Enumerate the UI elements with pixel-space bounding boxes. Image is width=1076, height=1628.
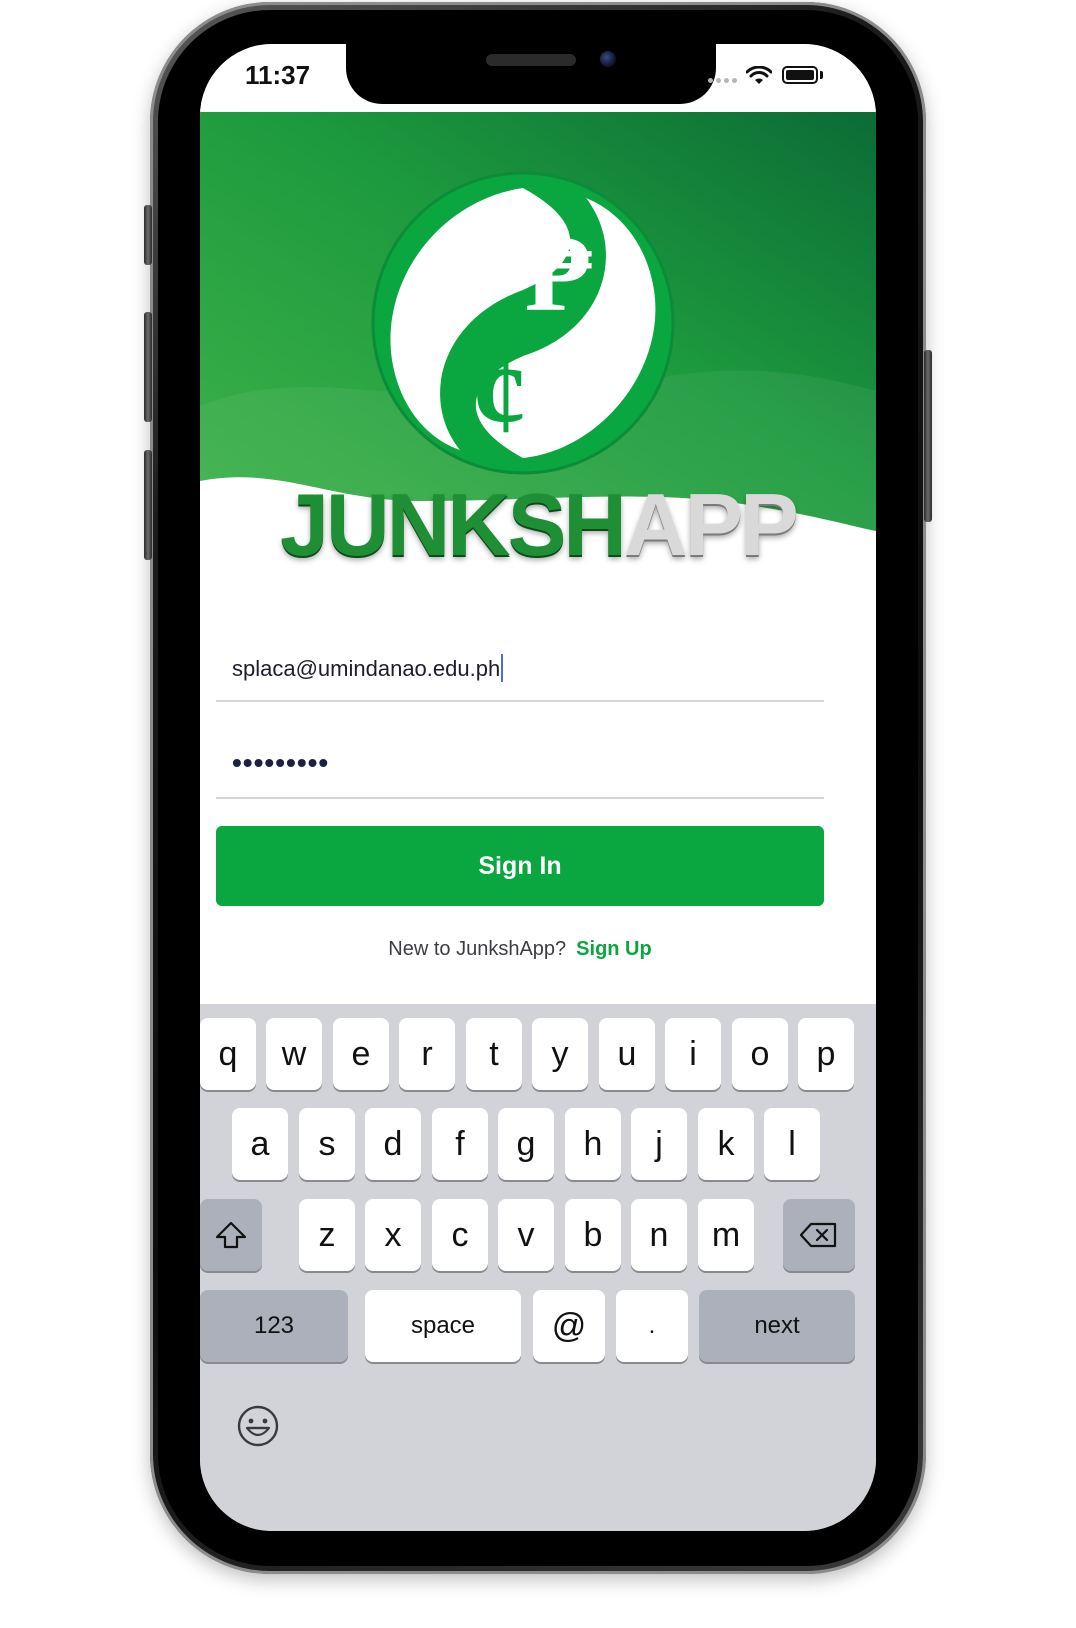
- cellular-signal-icon: [708, 78, 737, 83]
- key-g[interactable]: g: [498, 1108, 554, 1180]
- space-key[interactable]: space: [365, 1290, 521, 1362]
- key-j[interactable]: j: [631, 1108, 687, 1180]
- text-caret: [501, 654, 504, 682]
- brand-wordmark: JUNKSHAPP: [200, 481, 876, 569]
- password-field[interactable]: •••••••••: [216, 737, 824, 799]
- onscreen-keyboard: q w e r t y u i o p a s d f g h j k l z …: [200, 1004, 876, 1531]
- key-q[interactable]: q: [200, 1018, 256, 1090]
- front-camera: [600, 51, 616, 67]
- backspace-icon: [799, 1222, 837, 1248]
- volume-up-button: [144, 312, 152, 422]
- keyboard-row-1: q w e r t y u i o p: [200, 1018, 876, 1092]
- key-m[interactable]: m: [698, 1199, 754, 1271]
- key-c[interactable]: c: [432, 1199, 488, 1271]
- key-w[interactable]: w: [266, 1018, 322, 1090]
- key-l[interactable]: l: [764, 1108, 820, 1180]
- mute-switch: [144, 205, 152, 265]
- key-v[interactable]: v: [498, 1199, 554, 1271]
- email-value: splaca@umindanao.edu.ph: [232, 656, 501, 681]
- brand-wordmark-green: JUNKSH: [280, 475, 627, 574]
- volume-down-button: [144, 450, 152, 560]
- key-r[interactable]: r: [399, 1018, 455, 1090]
- keyboard-row-2: a s d f g h j k l: [200, 1108, 876, 1182]
- delete-key[interactable]: [783, 1199, 855, 1271]
- key-z[interactable]: z: [299, 1199, 355, 1271]
- header-banner: ₱ ¢ JUNKSHAPP: [200, 106, 876, 569]
- key-s[interactable]: s: [299, 1108, 355, 1180]
- key-u[interactable]: u: [599, 1018, 655, 1090]
- notch: [346, 44, 716, 104]
- signup-prompt-text: New to JunkshApp?: [388, 938, 567, 960]
- battery-tip: [820, 71, 823, 79]
- key-b[interactable]: b: [565, 1199, 621, 1271]
- device-mockup: ₱ ¢ JUNKSHAPP 11:37 splaca@umindanao.edu…: [0, 0, 1076, 1628]
- status-bar: 11:37: [200, 44, 876, 112]
- key-a[interactable]: a: [232, 1108, 288, 1180]
- key-t[interactable]: t: [466, 1018, 522, 1090]
- keyboard-row-4: 123 space @ . next: [200, 1290, 876, 1364]
- key-p[interactable]: p: [798, 1018, 854, 1090]
- key-e[interactable]: e: [333, 1018, 389, 1090]
- key-f[interactable]: f: [432, 1108, 488, 1180]
- battery-icon: [782, 66, 818, 84]
- next-key[interactable]: next: [699, 1290, 855, 1362]
- sign-in-button[interactable]: Sign In: [216, 826, 824, 906]
- key-x[interactable]: x: [365, 1199, 421, 1271]
- shift-key[interactable]: [200, 1199, 262, 1271]
- sign-up-link[interactable]: Sign Up: [576, 938, 652, 960]
- dot-key[interactable]: .: [616, 1290, 688, 1362]
- signup-prompt-row: New to JunkshApp? Sign Up: [200, 938, 840, 961]
- key-k[interactable]: k: [698, 1108, 754, 1180]
- status-time: 11:37: [245, 60, 311, 90]
- key-n[interactable]: n: [631, 1199, 687, 1271]
- at-key[interactable]: @: [533, 1290, 605, 1362]
- centavo-glyph: ¢: [473, 334, 528, 456]
- password-input[interactable]: •••••••••: [232, 747, 329, 779]
- power-button: [924, 350, 932, 522]
- key-y[interactable]: y: [532, 1018, 588, 1090]
- emoji-icon[interactable]: [236, 1404, 280, 1448]
- key-o[interactable]: o: [732, 1018, 788, 1090]
- app-logo: ₱ ¢: [370, 170, 676, 476]
- app-screen: ₱ ¢ JUNKSHAPP 11:37 splaca@umindanao.edu…: [200, 44, 876, 1531]
- shift-icon: [215, 1221, 247, 1249]
- key-i[interactable]: i: [665, 1018, 721, 1090]
- key-d[interactable]: d: [365, 1108, 421, 1180]
- wifi-icon: [746, 66, 772, 84]
- earpiece-speaker: [486, 54, 576, 66]
- email-field[interactable]: splaca@umindanao.edu.ph: [216, 640, 824, 702]
- keyboard-row-3: z x c v b n m: [200, 1199, 876, 1273]
- brand-wordmark-grey: APP: [623, 475, 799, 574]
- key-h[interactable]: h: [565, 1108, 621, 1180]
- peso-glyph: ₱: [524, 212, 592, 334]
- numbers-key[interactable]: 123: [200, 1290, 348, 1362]
- email-input[interactable]: splaca@umindanao.edu.ph: [232, 654, 504, 682]
